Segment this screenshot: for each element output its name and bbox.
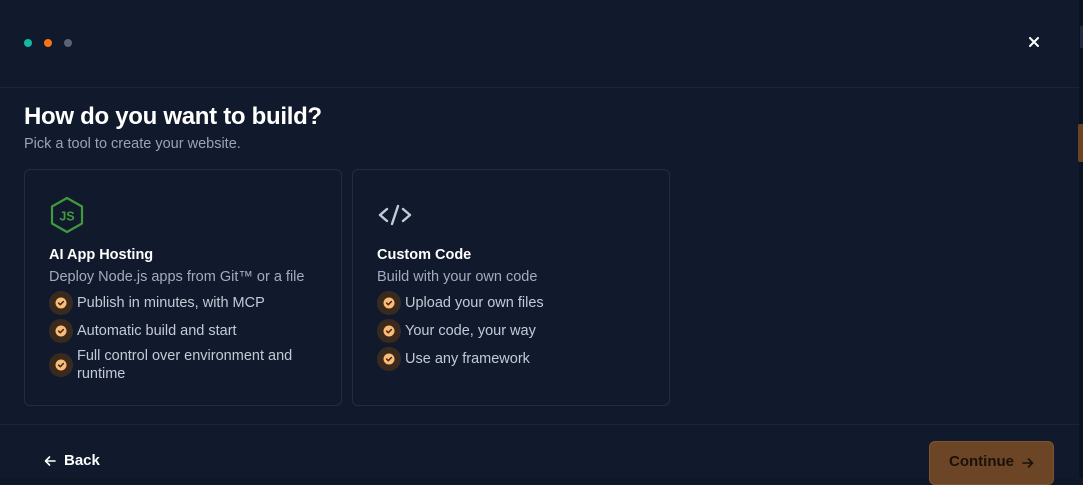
svg-text:JS: JS (59, 210, 74, 224)
feature-text: Upload your own files (405, 295, 544, 311)
close-button[interactable] (1024, 32, 1044, 52)
option-title: AI App Hosting (49, 247, 154, 263)
step-indicator (24, 39, 72, 47)
nodejs-icon: JS (50, 196, 84, 234)
step-dot-current (44, 39, 52, 47)
check-circle-icon (49, 353, 73, 377)
option-description: Deploy Node.js apps from Git™ or a file (49, 269, 305, 285)
check-circle-icon (377, 291, 401, 315)
option-card-custom-code[interactable]: Custom Code Build with your own code Upl… (352, 169, 670, 406)
modal-header (0, 0, 1079, 88)
background-edge-accent (1078, 124, 1083, 162)
back-button-label: Back (64, 452, 100, 469)
check-circle-icon (49, 319, 73, 343)
step-dot-done (24, 39, 32, 47)
feature-text: Full control over environment and runtim… (77, 348, 293, 382)
modal-footer (0, 424, 1079, 479)
back-button[interactable]: Back (44, 452, 100, 469)
check-circle-icon (377, 319, 401, 343)
continue-button[interactable]: Continue (929, 441, 1054, 485)
page-title: How do you want to build? (24, 103, 322, 130)
feature-item: Full control over environment and runtim… (49, 347, 307, 383)
arrow-right-icon (1022, 458, 1034, 468)
feature-text: Use any framework (405, 351, 530, 367)
check-circle-icon (377, 347, 401, 371)
background-edge (1079, 0, 1083, 478)
feature-text: Automatic build and start (77, 323, 237, 339)
continue-button-label: Continue (949, 453, 1014, 470)
onboarding-modal: How do you want to build? Pick a tool to… (0, 0, 1079, 485)
option-card-ai-app-hosting[interactable]: JS AI App Hosting Deploy Node.js apps fr… (24, 169, 342, 406)
close-icon (1029, 37, 1039, 47)
option-description: Build with your own code (377, 269, 538, 285)
page-subtitle: Pick a tool to create your website. (24, 136, 241, 152)
feature-item: Publish in minutes, with MCP (49, 291, 307, 315)
feature-item: Use any framework (377, 347, 635, 371)
feature-text: Your code, your way (405, 323, 536, 339)
check-circle-icon (49, 291, 73, 315)
feature-item: Your code, your way (377, 319, 635, 343)
feature-item: Upload your own files (377, 291, 635, 315)
feature-item: Automatic build and start (49, 319, 307, 343)
feature-text: Publish in minutes, with MCP (77, 295, 265, 311)
code-icon (378, 204, 412, 226)
arrow-left-icon (44, 455, 56, 466)
step-dot-upcoming (64, 39, 72, 47)
option-title: Custom Code (377, 247, 472, 263)
